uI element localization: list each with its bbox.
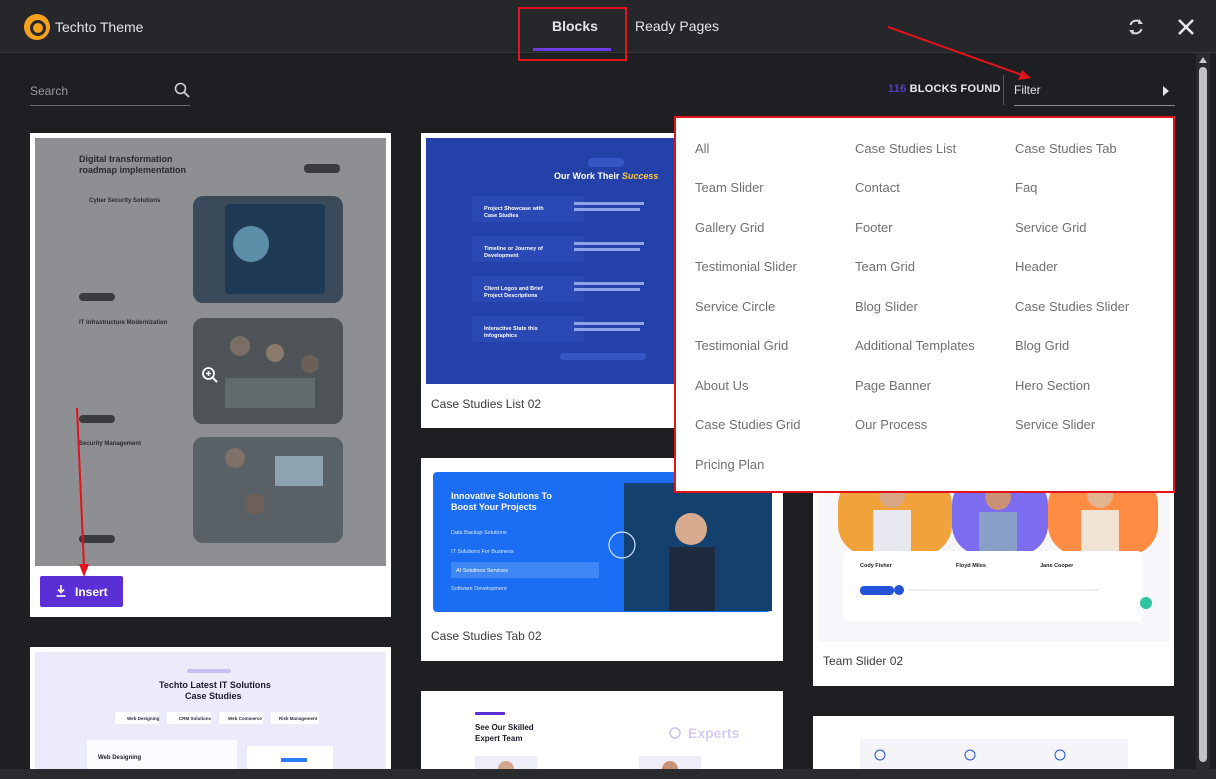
svg-text:Client Logos and Brief: Client Logos and Brief [484,286,543,292]
block-card[interactable]: Cody Fisher Floyd Miles Jane Cooper Team… [813,470,1174,686]
svg-text:Expert Team: Expert Team [475,734,522,743]
svg-text:Data Backup Solutions: Data Backup Solutions [451,530,507,536]
filter-option-service-circle[interactable]: Service Circle [695,299,775,314]
svg-text:Software Development: Software Development [451,586,507,592]
blocks-count: 116 [888,83,907,95]
filter-option-gallery-grid[interactable]: Gallery Grid [695,220,764,235]
block-preview[interactable]: Digital transformation roadmap implement… [35,138,386,566]
svg-text:AI Solutions Services: AI Solutions Services [456,568,508,574]
svg-text:IT Solutions For Business: IT Solutions For Business [451,549,514,555]
svg-text:Timeline or Journey of: Timeline or Journey of [484,246,543,252]
block-title: Team Slider 02 [823,654,904,668]
block-title: Case Studies List 02 [431,397,542,411]
tab-ready-pages[interactable]: Ready Pages [635,18,719,34]
filter-option-footer[interactable]: Footer [855,220,893,235]
insert-button[interactable]: Insert [40,576,123,607]
svg-text:Project Showcase with: Project Showcase with [484,206,544,212]
filter-option-case-studies-slider[interactable]: Case Studies Slider [1015,299,1129,314]
filter-option-case-studies-grid[interactable]: Case Studies Grid [695,417,801,432]
svg-text:Floyd Miles: Floyd Miles [956,563,986,569]
filter-option-team-slider[interactable]: Team Slider [695,180,764,195]
filter-option-team-grid[interactable]: Team Grid [855,259,915,274]
svg-text:Digital transformation: Digital transformation [79,154,173,164]
svg-text:Cody Fisher: Cody Fisher [860,563,893,569]
scrollbar[interactable] [1196,53,1210,769]
svg-text:Our Work Their Success: Our Work Their Success [554,171,658,181]
svg-text:Interactive Stats this: Interactive Stats this [484,326,538,332]
filter-option-pricing-plan[interactable]: Pricing Plan [695,457,764,472]
insert-label: Insert [75,585,108,599]
svg-text:Experts: Experts [688,725,740,741]
block-preview[interactable]: Cody Fisher Floyd Miles Jane Cooper [818,475,1169,642]
filter-option-our-process[interactable]: Our Process [855,417,927,432]
search-field [30,80,190,106]
filter-option-blog-slider[interactable]: Blog Slider [855,299,918,314]
block-card[interactable]: Digital transformation roadmap implement… [30,133,391,617]
svg-text:Development: Development [484,253,519,259]
filter-option-hero-section[interactable]: Hero Section [1015,378,1090,393]
close-icon[interactable] [1175,14,1197,38]
filter-option-faq[interactable]: Faq [1015,180,1037,195]
filter-option-service-grid[interactable]: Service Grid [1015,220,1087,235]
block-preview[interactable]: Techto Latest IT Solutions Case Studies … [35,652,386,779]
svg-text:Web Designing: Web Designing [98,755,142,761]
filter-menu: All Case Studies List Case Studies Tab T… [674,116,1175,493]
bottom-edge [0,769,1216,779]
scroll-up-icon[interactable] [1199,57,1207,63]
block-card[interactable]: See Our Skilled Expert Team Experts [421,691,783,779]
svg-text:Cyber Security Solutions: Cyber Security Solutions [89,198,161,204]
svg-text:Innovative Solutions To: Innovative Solutions To [451,491,552,501]
search-icon[interactable] [174,82,190,98]
svg-text:Security Management: Security Management [79,441,141,447]
filter-option-blog-grid[interactable]: Blog Grid [1015,338,1069,353]
filter-option-about-us[interactable]: About Us [695,378,748,393]
svg-text:roadmap implementation: roadmap implementation [79,165,186,175]
zoom-in-icon[interactable] [201,366,219,384]
svg-text:IT Infrastructure Modernizatio: IT Infrastructure Modernization [79,320,168,326]
svg-text:Boost Your Projects: Boost Your Projects [451,502,537,512]
filter-label: Filter [1014,83,1041,97]
logo-icon [24,14,50,40]
search-input[interactable] [30,80,166,102]
svg-text:Web Commerce: Web Commerce [228,716,262,721]
svg-text:Case Studies: Case Studies [185,691,242,701]
blocks-found-counter: 116 BLOCKS FOUND [888,83,1001,95]
filter-option-all[interactable]: All [695,141,709,156]
filter-option-page-banner[interactable]: Page Banner [855,378,931,393]
filter-option-header[interactable]: Header [1015,259,1058,274]
blocks-found-label: BLOCKS FOUND [909,83,1001,95]
svg-text:Project Descriptions: Project Descriptions [484,293,538,299]
filter-dropdown-toggle[interactable]: Filter [1014,78,1175,106]
svg-text:Infographics: Infographics [484,333,517,339]
svg-text:Case Studies: Case Studies [484,213,519,219]
svg-text:Web Designing: Web Designing [127,716,160,721]
app-title: Techto Theme [55,19,144,35]
filter-option-case-studies-tab[interactable]: Case Studies Tab [1015,141,1117,156]
divider [1003,75,1004,105]
block-preview[interactable]: See Our Skilled Expert Team Experts [426,696,777,779]
highlight-box-blocks-tab [518,7,627,61]
svg-text:Jane Cooper: Jane Cooper [1040,563,1074,569]
svg-text:Risk Management: Risk Management [279,716,318,721]
block-card[interactable]: Techto Latest IT Solutions Case Studies … [30,647,391,779]
filter-option-contact[interactable]: Contact [855,180,900,195]
filter-option-case-studies-list[interactable]: Case Studies List [855,141,956,156]
svg-text:See Our Skilled: See Our Skilled [475,723,534,732]
refresh-icon[interactable] [1126,17,1146,37]
svg-text:CRM Solutions: CRM Solutions [179,716,211,721]
filter-option-additional-templates[interactable]: Additional Templates [855,338,975,353]
caret-right-icon [1163,86,1169,96]
block-title: Case Studies Tab 02 [431,629,542,643]
filter-option-testimonial-slider[interactable]: Testimonial Slider [695,259,797,274]
download-icon [56,585,66,597]
filter-option-testimonial-grid[interactable]: Testimonial Grid [695,338,788,353]
svg-text:Techto Latest IT Solutions: Techto Latest IT Solutions [159,680,271,690]
scrollbar-thumb[interactable] [1199,67,1207,762]
filter-option-service-slider[interactable]: Service Slider [1015,417,1095,432]
